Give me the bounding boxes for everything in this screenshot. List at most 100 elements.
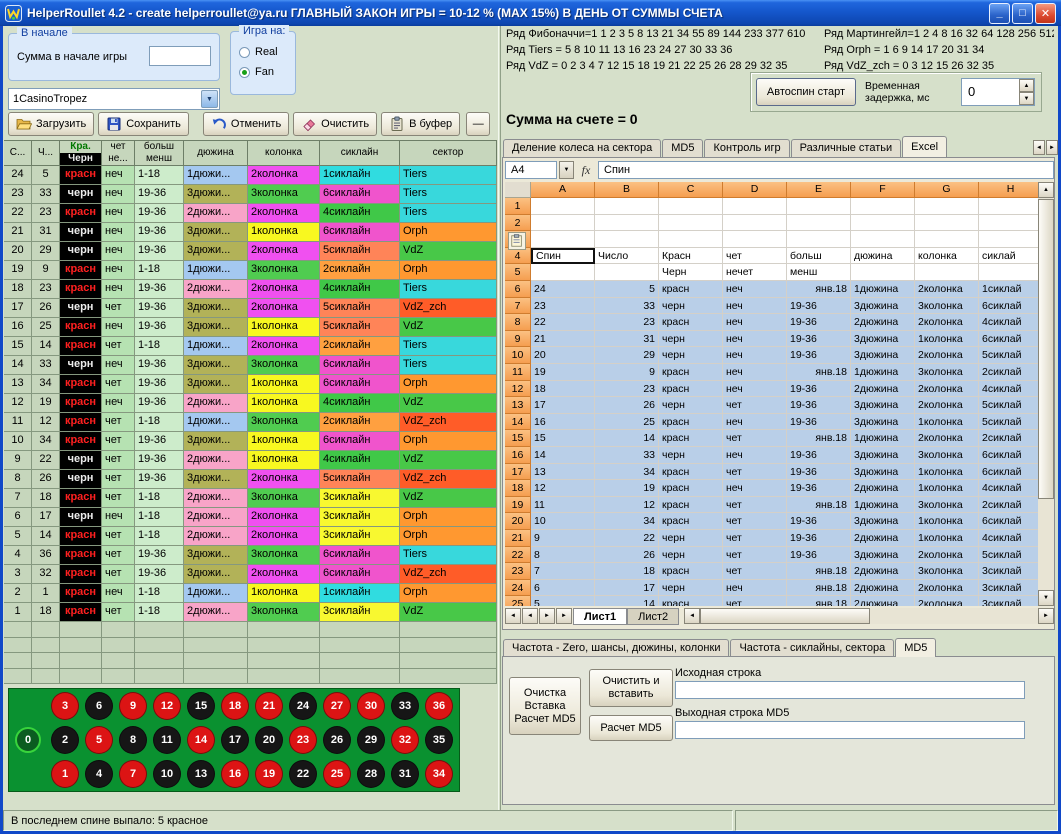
excel-row-header-13[interactable]: 13 [505, 397, 531, 414]
cell-H19[interactable]: 2сиклай [979, 497, 1038, 514]
board-number-31[interactable]: 31 [391, 760, 419, 788]
scroll-right-icon[interactable]: ► [1038, 608, 1054, 624]
excel-column-header-D[interactable]: D [723, 182, 787, 198]
cell-E3[interactable] [787, 231, 851, 248]
cell-G19[interactable]: 3колонка [915, 497, 979, 514]
cell-H12[interactable]: 4сиклай [979, 381, 1038, 398]
cell-E5[interactable]: менш [787, 264, 851, 281]
cell-H22[interactable]: 5сиклай [979, 547, 1038, 564]
cell-B10[interactable]: 29 [595, 347, 659, 364]
board-number-4[interactable]: 4 [85, 760, 113, 788]
cell-E18[interactable]: 19-36 [787, 480, 851, 497]
cell-G7[interactable]: 3колонка [915, 298, 979, 315]
calc-md5-button[interactable]: Расчет MD5 [589, 715, 673, 741]
cell-E10[interactable]: 19-36 [787, 347, 851, 364]
board-number-19[interactable]: 19 [255, 760, 283, 788]
radio-selected-icon[interactable] [239, 67, 250, 78]
excel-row-header-25[interactable]: 25 [505, 596, 531, 606]
cell-B5[interactable] [595, 264, 659, 281]
clear-button[interactable]: Очистить [293, 112, 377, 136]
start-sum-input[interactable] [149, 46, 211, 66]
board-number-13[interactable]: 13 [187, 760, 215, 788]
cell-C16[interactable]: черн [659, 447, 723, 464]
cell-A24[interactable]: 6 [531, 580, 595, 597]
sheet-nav-prev-icon[interactable]: ◄ [522, 608, 538, 624]
excel-row-header-16[interactable]: 16 [505, 447, 531, 464]
board-number-12[interactable]: 12 [153, 692, 181, 720]
load-button[interactable]: Загрузить [8, 112, 94, 136]
vertical-scroll-thumb[interactable] [1038, 199, 1054, 499]
paste-options-icon[interactable] [508, 232, 526, 250]
cell-E24[interactable]: янв.18 [787, 580, 851, 597]
cell-H9[interactable]: 6сиклай [979, 331, 1038, 348]
cell-G16[interactable]: 3колонка [915, 447, 979, 464]
cell-H15[interactable]: 2сиклай [979, 430, 1038, 447]
cell-G20[interactable]: 1колонка [915, 513, 979, 530]
cell-B22[interactable]: 26 [595, 547, 659, 564]
cell-E22[interactable]: 19-36 [787, 547, 851, 564]
excel-select-all-corner[interactable] [505, 182, 531, 198]
spin-row[interactable]: 826чернчет19-363дюжи...2колонка5сиклайнV… [4, 470, 497, 489]
spin-row[interactable]: 118краснчет1-182дюжи...3колонка3сиклайнV… [4, 603, 497, 622]
spin-row[interactable]: 617черннеч1-182дюжи...2колонка3сиклайнOr… [4, 508, 497, 527]
excel-row-header-2[interactable]: 2 [505, 215, 531, 232]
spin-row[interactable]: 1823красннеч19-362дюжи...2колонка4сиклай… [4, 280, 497, 299]
cell-G1[interactable] [915, 198, 979, 215]
cell-C6[interactable]: красн [659, 281, 723, 298]
board-number-34[interactable]: 34 [425, 760, 453, 788]
cell-A3[interactable] [531, 231, 595, 248]
spin-row[interactable]: 1514краснчет1-181дюжи...2колонка2сиклайн… [4, 337, 497, 356]
radio-option-fan[interactable]: Fan [239, 66, 274, 78]
main-tab-3[interactable]: Различные статьи [791, 139, 902, 157]
cell-E8[interactable]: 19-36 [787, 314, 851, 331]
spin-row[interactable]: 245красннеч1-181дюжи...2колонка1сиклайнT… [4, 166, 497, 185]
cell-F8[interactable]: 2дюжина [851, 314, 915, 331]
cell-F18[interactable]: 2дюжина [851, 480, 915, 497]
main-tab-2[interactable]: Контроль игр [704, 139, 789, 157]
board-number-21[interactable]: 21 [255, 692, 283, 720]
spin-row[interactable]: 2029черннеч19-363дюжи...2колонка5сиклайн… [4, 242, 497, 261]
excel-row-header-1[interactable]: 1 [505, 198, 531, 215]
cell-E9[interactable]: 19-36 [787, 331, 851, 348]
cell-E25[interactable]: янв.18 [787, 596, 851, 606]
main-tab-4[interactable]: Excel [902, 136, 947, 157]
spin-row[interactable]: 2333черннеч19-363дюжи...3колонка6сиклайн… [4, 185, 497, 204]
cell-D25[interactable]: чет [723, 596, 787, 606]
cell-F24[interactable]: 2дюжина [851, 580, 915, 597]
excel-row-header-23[interactable]: 23 [505, 563, 531, 580]
cell-C5[interactable]: Черн [659, 264, 723, 281]
name-box-dropdown-icon[interactable]: ▼ [559, 161, 574, 179]
cell-D18[interactable]: неч [723, 480, 787, 497]
spin-row[interactable]: 332краснчет19-363дюжи...2колонка6сиклайн… [4, 565, 497, 584]
delay-spinner[interactable]: 0 ▲ ▼ [961, 78, 1035, 106]
excel-column-header-E[interactable]: E [787, 182, 851, 198]
cell-D4[interactable]: чет [723, 248, 787, 265]
radio-unselected-icon[interactable] [239, 47, 250, 58]
board-number-1[interactable]: 1 [51, 760, 79, 788]
cell-F13[interactable]: 3дюжина [851, 397, 915, 414]
cell-B7[interactable]: 33 [595, 298, 659, 315]
board-number-24[interactable]: 24 [289, 692, 317, 720]
cell-C18[interactable]: красн [659, 480, 723, 497]
cell-A5[interactable] [531, 264, 595, 281]
cell-A10[interactable]: 20 [531, 347, 595, 364]
spin-row[interactable]: 1625красннеч19-363дюжи...1колонка5сиклай… [4, 318, 497, 337]
cell-F25[interactable]: 2дюжина [851, 596, 915, 606]
cell-E1[interactable] [787, 198, 851, 215]
cell-F14[interactable]: 3дюжина [851, 414, 915, 431]
cell-A21[interactable]: 9 [531, 530, 595, 547]
cell-F21[interactable]: 2дюжина [851, 530, 915, 547]
excel-row-header-7[interactable]: 7 [505, 298, 531, 315]
excel-row-header-9[interactable]: 9 [505, 331, 531, 348]
cell-H13[interactable]: 5сиклай [979, 397, 1038, 414]
cell-G15[interactable]: 2колонка [915, 430, 979, 447]
cell-C3[interactable] [659, 231, 723, 248]
board-number-20[interactable]: 20 [255, 726, 283, 754]
cell-B19[interactable]: 12 [595, 497, 659, 514]
cell-F4[interactable]: дюжина [851, 248, 915, 265]
scroll-down-icon[interactable]: ▼ [1038, 590, 1054, 606]
spin-row[interactable]: 2223красннеч19-362дюжи...2колонка4сиклай… [4, 204, 497, 223]
board-number-23[interactable]: 23 [289, 726, 317, 754]
cell-G9[interactable]: 1колонка [915, 331, 979, 348]
board-number-29[interactable]: 29 [357, 726, 385, 754]
